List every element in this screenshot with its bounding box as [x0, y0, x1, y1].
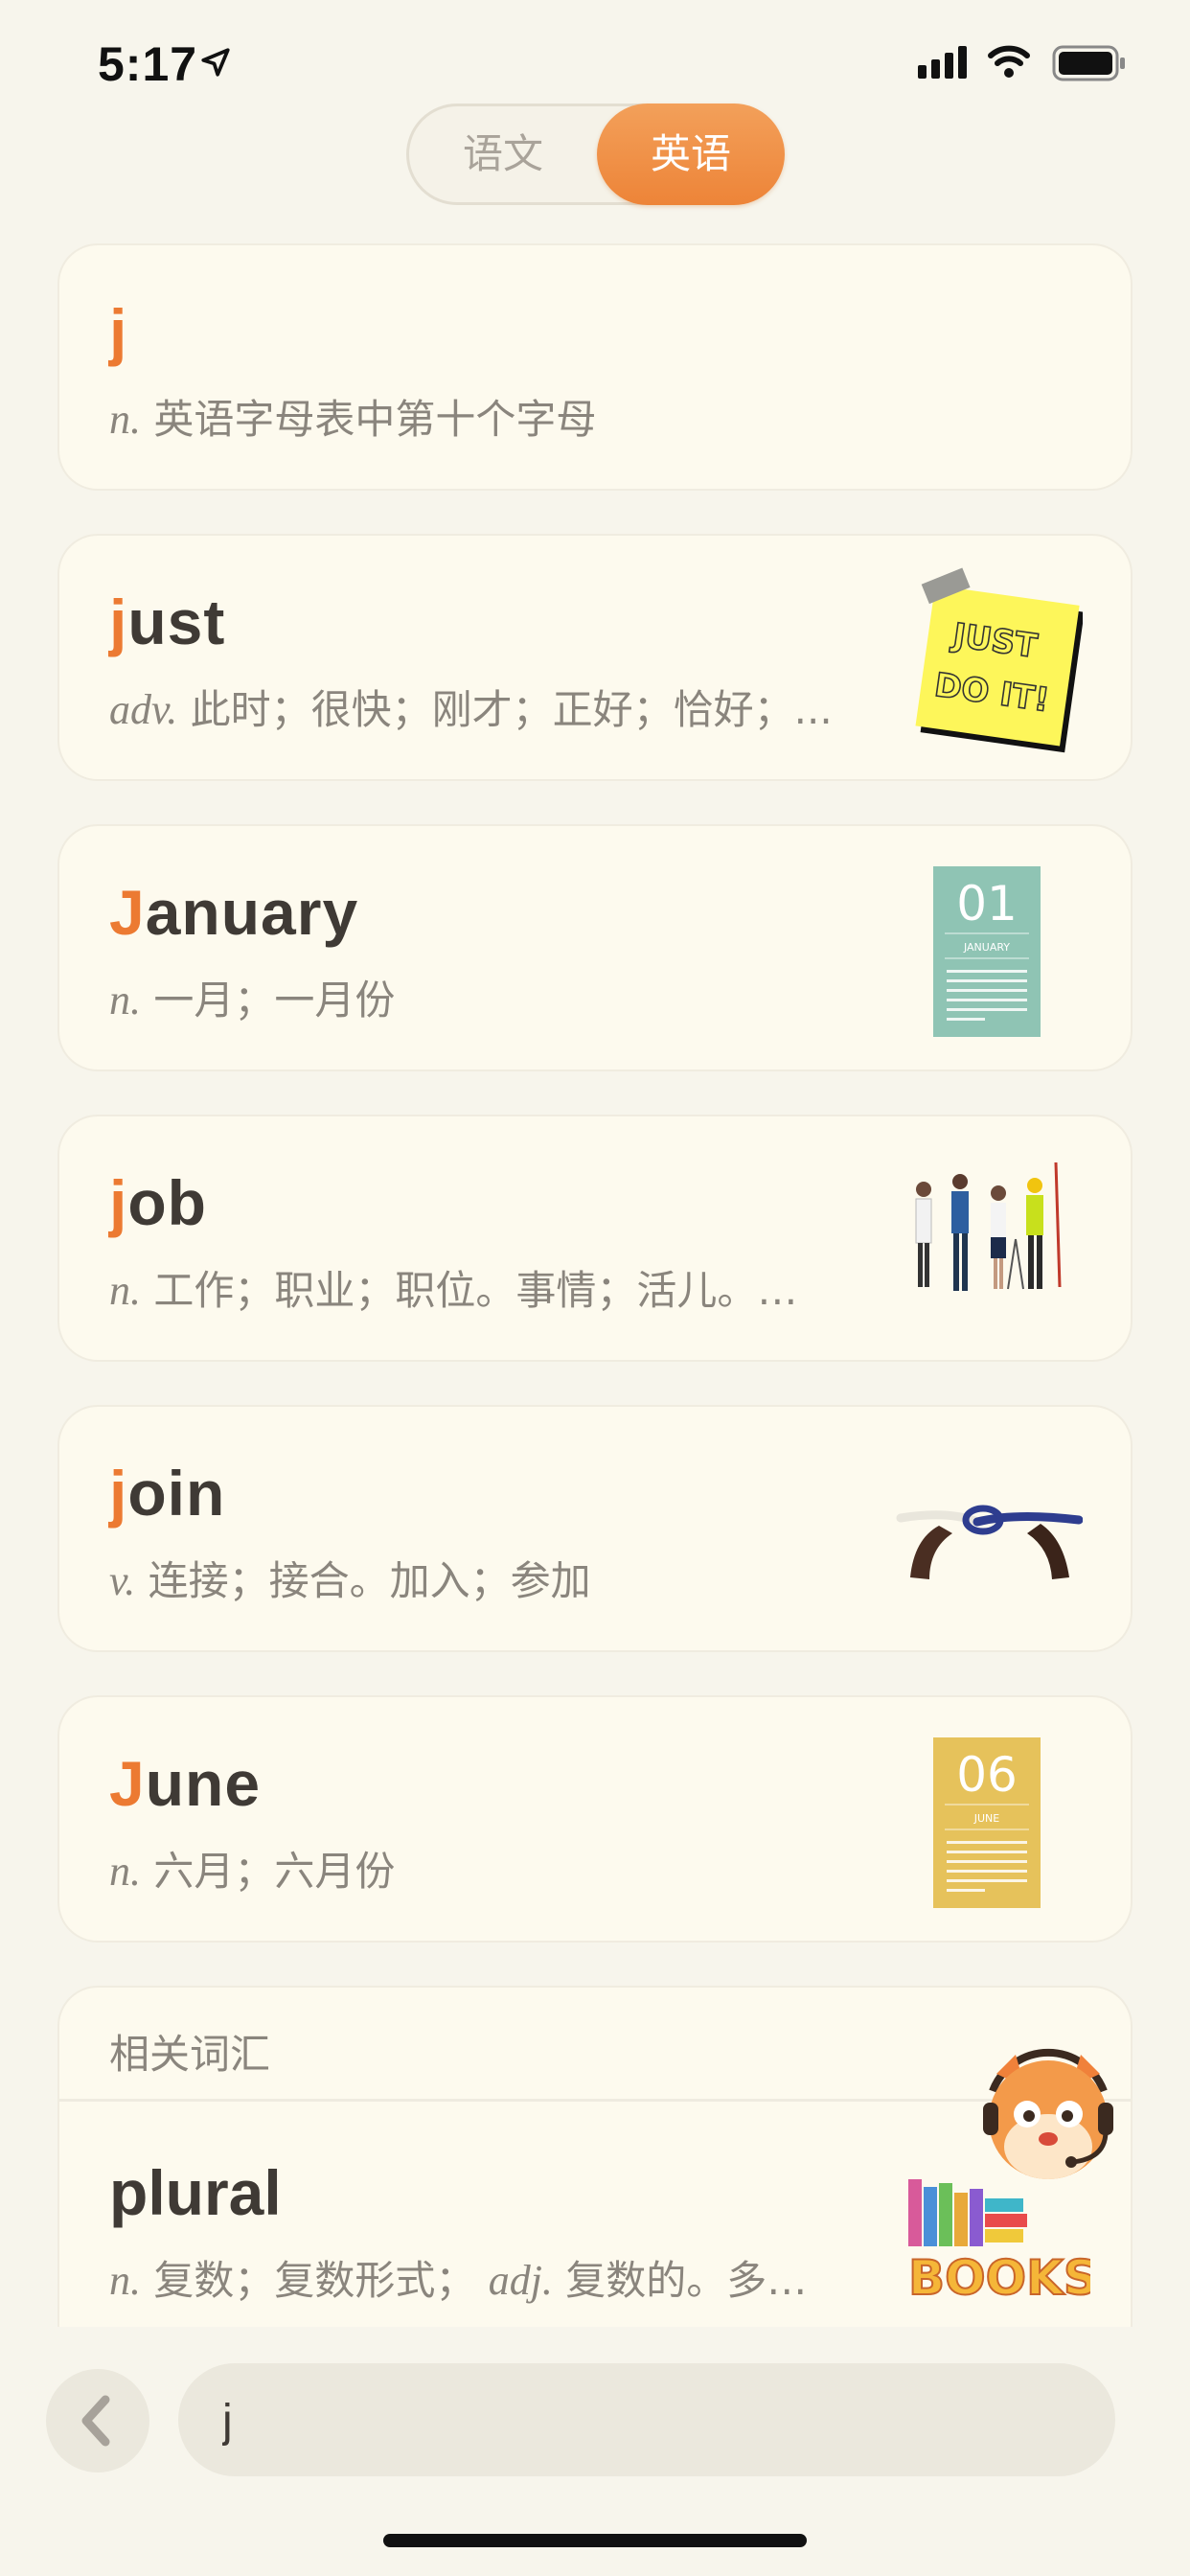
related-word-title[interactable]: plural: [109, 2156, 282, 2229]
svg-text:06: 06: [956, 1747, 1018, 1803]
word-definition: n. 工作；职业；职位。事情；活儿。…: [109, 1267, 798, 1314]
tab-english[interactable]: 英语: [597, 104, 785, 205]
word-card-january[interactable]: January n. 一月；一月份 01 JANUARY: [59, 826, 1131, 1070]
related-word-definition: n. 复数；复数形式； adj. 复数的。多…: [109, 2257, 808, 2304]
word-card-just[interactable]: just adv. 此时；很快；刚才；正好；恰好；... JUST DO IT!: [59, 536, 1131, 779]
word-definition: n. 一月；一月份: [109, 977, 396, 1024]
word-title: June: [109, 1748, 262, 1819]
word-title: job: [109, 1167, 207, 1238]
word-title: join: [109, 1458, 226, 1529]
word-definition: v. 连接；接合。加入；参加: [109, 1557, 591, 1604]
svg-text:JANUARY: JANUARY: [963, 941, 1010, 954]
word-definition: n. 六月；六月份: [109, 1848, 396, 1895]
workers-image: [915, 1162, 1062, 1291]
word-card-j[interactable]: j n. 英语字母表中第十个字母: [59, 245, 1131, 489]
tab-chinese[interactable]: 语文: [409, 106, 597, 202]
back-button[interactable]: [46, 2369, 149, 2472]
word-card-job[interactable]: job n. 工作；职业；职位。事情；活儿。…: [59, 1116, 1131, 1360]
word-card-join[interactable]: join v. 连接；接合。加入；参加: [59, 1407, 1131, 1650]
subject-segmented-control: 语文 英语: [406, 104, 785, 205]
search-input[interactable]: [220, 2363, 1067, 2478]
word-title: January: [109, 877, 359, 948]
svg-text:01: 01: [956, 876, 1018, 932]
svg-text:BOOKS: BOOKS: [908, 2250, 1090, 2306]
home-indicator: [383, 2534, 807, 2547]
word-definition: adv. 此时；很快；刚才；正好；恰好；...: [109, 686, 833, 733]
wifi-icon: [988, 45, 1030, 78]
calendar-june-image: 06 JUNE: [933, 1737, 1041, 1908]
word-definition: n. 英语字母表中第十个字母: [109, 396, 597, 443]
sticky-note-image: JUST DO IT!: [915, 567, 1083, 753]
chevron-left-icon: [81, 2395, 110, 2447]
word-title: j: [109, 296, 128, 367]
mascot-fox-headset-icon[interactable]: [962, 2032, 1134, 2204]
word-card-june[interactable]: June n. 六月；六月份 06 JUNE: [59, 1697, 1131, 1941]
cellular-signal-icon: [918, 46, 967, 79]
status-time: 5:17: [98, 37, 198, 91]
word-title: just: [109, 586, 226, 657]
search-field[interactable]: [178, 2363, 1115, 2478]
hands-rope-image: [896, 1505, 1083, 1579]
related-header: 相关词汇: [109, 2031, 271, 2078]
battery-icon: [1052, 45, 1125, 81]
svg-text:JUNE: JUNE: [973, 1812, 1000, 1825]
calendar-january-image: 01 JANUARY: [933, 866, 1041, 1037]
location-arrow-icon: [201, 48, 230, 77]
